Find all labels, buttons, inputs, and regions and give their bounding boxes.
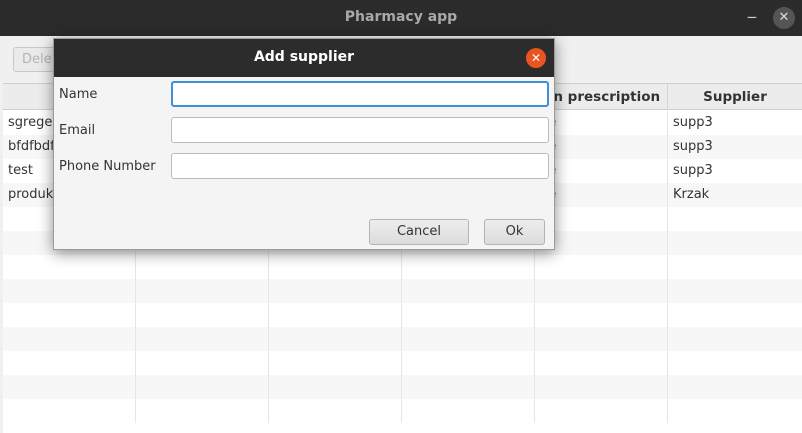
table-cell bbox=[3, 375, 136, 399]
table-cell bbox=[535, 303, 668, 327]
window-title: Pharmacy app bbox=[344, 9, 458, 25]
table-cell bbox=[668, 375, 802, 399]
table-cell: supp3 bbox=[673, 163, 713, 178]
table-cell bbox=[269, 303, 402, 327]
name-field[interactable] bbox=[171, 81, 549, 107]
table-cell bbox=[3, 303, 136, 327]
table-cell bbox=[136, 279, 269, 303]
email-label: Email bbox=[59, 123, 96, 138]
table-cell bbox=[269, 399, 402, 423]
table-cell bbox=[136, 255, 269, 279]
add-supplier-dialog: Add supplier ✕ Name Email Phone Number C… bbox=[53, 38, 555, 250]
column-header-supplier[interactable]: Supplier bbox=[668, 84, 802, 110]
table-cell bbox=[535, 279, 668, 303]
table-cell bbox=[668, 231, 802, 255]
window-titlebar: Pharmacy app ‒ ✕ bbox=[0, 0, 802, 36]
table-cell bbox=[269, 375, 402, 399]
table-cell bbox=[535, 327, 668, 351]
table-cell bbox=[402, 399, 535, 423]
table-cell bbox=[668, 207, 802, 231]
table-cell bbox=[668, 279, 802, 303]
table-row[interactable] bbox=[3, 303, 802, 327]
table-row[interactable] bbox=[3, 327, 802, 351]
table-cell bbox=[402, 279, 535, 303]
table-cell bbox=[535, 375, 668, 399]
table-row[interactable] bbox=[3, 255, 802, 279]
minimize-icon[interactable]: ‒ bbox=[743, 6, 761, 28]
phone-number-label: Phone Number bbox=[59, 159, 156, 174]
table-cell: supp3 bbox=[673, 139, 713, 154]
table-cell bbox=[535, 399, 668, 423]
table-cell bbox=[136, 399, 269, 423]
table-cell bbox=[668, 327, 802, 351]
table-cell bbox=[668, 351, 802, 375]
email-field[interactable] bbox=[171, 117, 549, 143]
dialog-title: Add supplier bbox=[253, 49, 355, 65]
table-cell bbox=[136, 351, 269, 375]
table-cell bbox=[136, 303, 269, 327]
table-cell bbox=[3, 279, 136, 303]
name-label: Name bbox=[59, 87, 98, 102]
table-cell bbox=[668, 399, 802, 423]
table-cell bbox=[535, 351, 668, 375]
table-cell: supp3 bbox=[673, 115, 713, 130]
window-close-icon[interactable]: ✕ bbox=[773, 7, 795, 29]
table-cell: Krzak bbox=[673, 187, 710, 202]
table-row[interactable] bbox=[3, 375, 802, 399]
table-cell bbox=[269, 255, 402, 279]
ok-button[interactable]: Ok bbox=[484, 219, 545, 245]
dialog-titlebar: Add supplier ✕ bbox=[54, 39, 554, 77]
table-cell bbox=[269, 351, 402, 375]
table-cell bbox=[3, 255, 136, 279]
table-cell bbox=[269, 279, 402, 303]
table-cell bbox=[3, 327, 136, 351]
table-cell bbox=[535, 255, 668, 279]
table-cell bbox=[402, 303, 535, 327]
table-cell bbox=[3, 351, 136, 375]
table-cell bbox=[402, 327, 535, 351]
dialog-close-icon[interactable]: ✕ bbox=[526, 48, 546, 68]
table-cell bbox=[402, 375, 535, 399]
cancel-button[interactable]: Cancel bbox=[369, 219, 469, 245]
phone-number-field[interactable] bbox=[171, 153, 549, 179]
table-cell bbox=[3, 399, 136, 423]
table-row[interactable] bbox=[3, 351, 802, 375]
table-cell bbox=[136, 327, 269, 351]
table-cell bbox=[269, 327, 402, 351]
table-cell bbox=[136, 375, 269, 399]
table-cell bbox=[402, 255, 535, 279]
table-cell bbox=[668, 303, 802, 327]
table-row[interactable] bbox=[3, 279, 802, 303]
table-cell bbox=[402, 351, 535, 375]
table-cell bbox=[668, 255, 802, 279]
table-row[interactable] bbox=[3, 399, 802, 423]
